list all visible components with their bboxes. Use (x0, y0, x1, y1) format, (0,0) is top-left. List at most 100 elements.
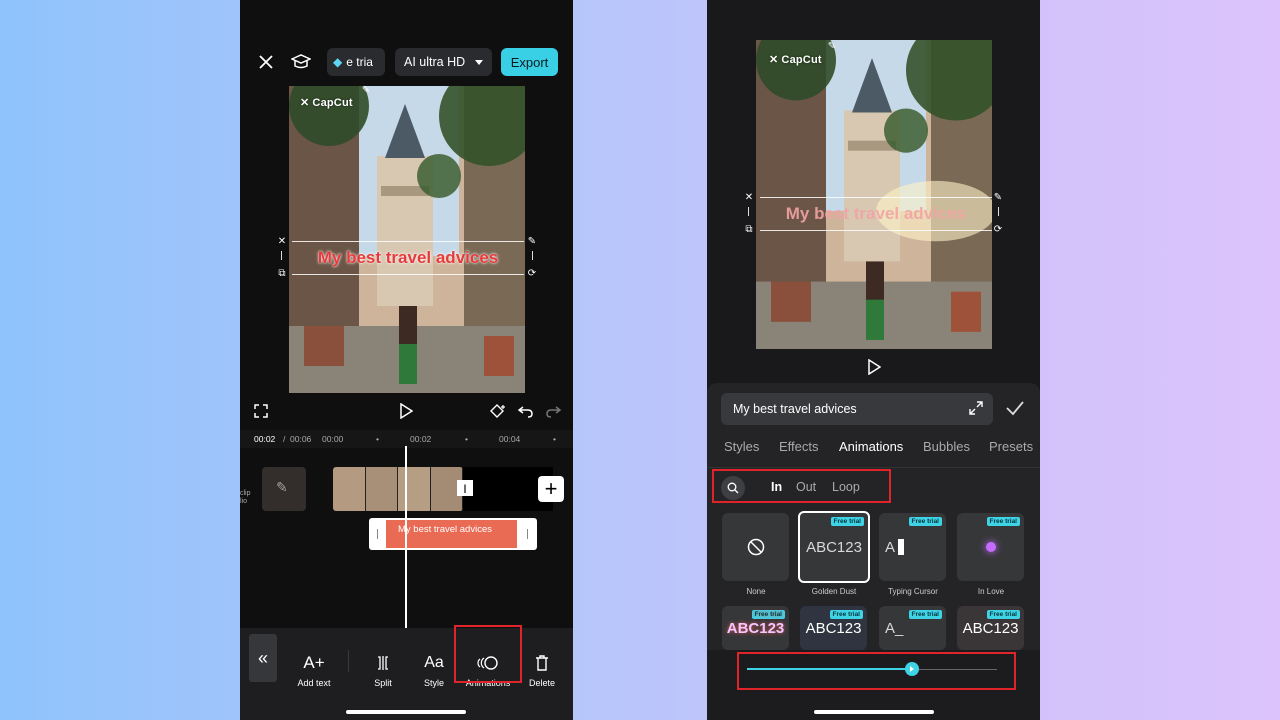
transition-marker[interactable]: | (457, 480, 473, 496)
animation-none-card[interactable] (722, 513, 789, 581)
resize-handle-left[interactable] (748, 207, 749, 216)
subtabs-highlight (712, 469, 891, 503)
confirm-check-icon[interactable] (1005, 400, 1025, 421)
video-preview[interactable] (756, 40, 992, 349)
playhead[interactable] (405, 446, 407, 628)
animation-in-love-card[interactable]: Free trial (957, 513, 1024, 581)
resize-handle-right[interactable] (998, 207, 999, 216)
tab-bubbles[interactable]: Bubbles (923, 439, 970, 454)
bottom-toolbar: « A+ Add text Split Aa Style Animations (240, 625, 573, 720)
text-track-clip[interactable]: My best travel advices (369, 518, 537, 550)
animation-card[interactable]: Free trial ABC123 (800, 606, 867, 650)
tick-dot: • (376, 434, 379, 444)
capcut-watermark: ✕ CapCut (300, 96, 353, 110)
free-trial-badge: Free trial (908, 517, 942, 526)
edit-text-icon[interactable]: ✎ (526, 235, 538, 247)
delete-button[interactable]: Delete (525, 638, 559, 688)
card-label: Golden Dust (811, 587, 857, 596)
duration-slider-area (707, 650, 1040, 720)
fullscreen-icon[interactable] (247, 397, 275, 425)
tab-presets[interactable]: Presets (989, 439, 1033, 454)
split-icon (376, 652, 390, 674)
free-trial-badge: Free trial (986, 610, 1020, 619)
animation-card[interactable]: Free trial ABC123 (957, 606, 1024, 650)
animation-card[interactable]: Free trial ABC123 (722, 606, 789, 650)
left-phone-editor: ◆ e tria AI ultra HD Export ✕ CapCut ✎ M… (240, 0, 573, 720)
add-clip-button[interactable]: + (538, 476, 564, 502)
cover-thumbnail[interactable]: ✎ (262, 467, 306, 511)
free-trial-badge: Free trial (986, 517, 1020, 526)
text-track-label: My best travel advices (398, 524, 492, 535)
add-text-button[interactable]: A+ Add text (294, 638, 334, 688)
capcut-watermark: ✕ CapCut (769, 53, 822, 67)
animation-typing-cursor-card[interactable]: Free trial A (879, 513, 946, 581)
rotate-icon[interactable]: ⟳ (992, 223, 1004, 235)
tick-label: 00:02 (410, 434, 432, 444)
resize-handle-right[interactable] (532, 251, 533, 260)
quality-label: AI ultra HD (404, 55, 466, 69)
total-time: 00:06 (290, 434, 312, 444)
collapse-icon[interactable]: « (249, 634, 277, 682)
animation-card[interactable]: Free trial A_ (879, 606, 946, 650)
resize-handle-left[interactable] (281, 251, 282, 260)
play-icon[interactable] (392, 397, 420, 425)
playback-controls (240, 397, 573, 427)
free-trial-badge: Free trial (751, 610, 785, 619)
card-label: None (746, 587, 766, 596)
animations-highlight (454, 625, 522, 683)
edit-text-icon[interactable]: ✎ (992, 191, 1004, 203)
tick-dot: • (465, 434, 468, 444)
tab-divider (707, 467, 1040, 468)
trim-handle-right[interactable] (527, 529, 528, 539)
export-button[interactable]: Export (501, 48, 558, 76)
text-overlay-box[interactable]: My best travel advices (760, 197, 992, 231)
text-overlay-box[interactable]: My best travel advices (292, 241, 524, 275)
current-time: 00:02 (254, 434, 276, 444)
watermark-edit-icon[interactable]: ✎ (360, 84, 372, 96)
clip-frame (365, 467, 398, 511)
quality-dropdown[interactable]: AI ultra HD (395, 48, 492, 76)
trim-handle-left[interactable] (377, 529, 378, 539)
capcut-logo-icon: ✕ (769, 54, 779, 66)
undo-icon[interactable] (512, 397, 540, 425)
cursor-bar (898, 539, 905, 555)
tick-label: 00:00 (322, 434, 344, 444)
slider-highlight (737, 652, 1016, 690)
video-preview[interactable] (289, 86, 525, 393)
add-text-icon: A+ (303, 653, 325, 672)
keyframe-icon[interactable] (484, 397, 512, 425)
street-photo (756, 40, 992, 349)
overlay-text: My best travel advices (785, 204, 967, 223)
home-indicator (814, 710, 934, 714)
graduation-cap-icon[interactable] (287, 48, 315, 76)
duplicate-icon[interactable]: ⧉ (743, 223, 755, 235)
text-input-field[interactable]: My best travel advices (721, 393, 993, 425)
free-trial-pill[interactable]: ◆ e tria (327, 48, 385, 76)
animation-golden-dust-card[interactable]: Free trial ABC123 (798, 511, 870, 583)
video-clip[interactable] (333, 467, 463, 511)
free-trial-badge: Free trial (829, 610, 863, 619)
style-button[interactable]: Aa Style (419, 638, 449, 688)
top-bar: ◆ e tria AI ultra HD Export (240, 46, 573, 78)
card-label: Typing Cursor (888, 587, 938, 596)
pencil-icon: ✎ (276, 479, 288, 495)
redo-icon[interactable] (539, 397, 567, 425)
remove-text-icon[interactable]: ✕ (276, 235, 288, 247)
play-icon[interactable] (860, 353, 888, 381)
expand-icon[interactable] (969, 401, 983, 418)
duplicate-icon[interactable]: ⧉ (276, 267, 288, 279)
toolbar-divider (348, 650, 349, 672)
ban-icon (747, 538, 764, 556)
close-icon[interactable] (252, 48, 280, 76)
trash-icon (535, 652, 549, 674)
clip-frame (398, 467, 431, 511)
tab-effects[interactable]: Effects (779, 439, 819, 454)
split-button[interactable]: Split (368, 638, 398, 688)
chevron-down-icon (475, 59, 484, 65)
free-trial-badge: Free trial (908, 610, 942, 619)
rotate-icon[interactable]: ⟳ (526, 267, 538, 279)
watermark-edit-icon[interactable]: ✎ (826, 40, 838, 52)
tab-animations[interactable]: Animations (839, 439, 903, 454)
tab-styles[interactable]: Styles (724, 439, 759, 454)
remove-text-icon[interactable]: ✕ (743, 191, 755, 203)
